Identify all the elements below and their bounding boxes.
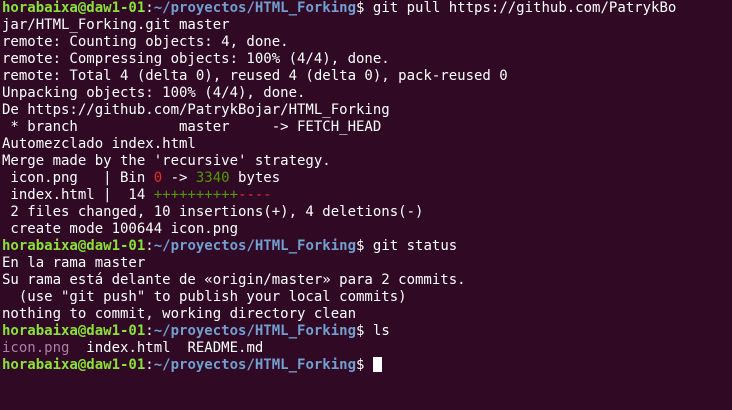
prompt-separator: : xyxy=(145,323,154,339)
diffstat-unit: bytes xyxy=(229,170,281,186)
command-text: ls xyxy=(372,323,390,339)
diffstat-arrow: -> xyxy=(162,170,196,186)
prompt-separator: : xyxy=(145,238,154,254)
diffstat-old-size: 0 xyxy=(153,170,163,186)
output-line: Su rama está delante de «origin/master» … xyxy=(2,272,466,288)
active-prompt-line[interactable]: horabaixa@daw1-01:~/proyectos/HTML_Forki… xyxy=(2,357,732,374)
ls-file: README.md xyxy=(187,340,264,356)
output-line: remote: Counting objects: 4, done. xyxy=(2,34,289,50)
diffstat-file: icon.png | Bin xyxy=(2,170,154,186)
output-line: En la rama master xyxy=(2,255,146,271)
ls-file: index.html xyxy=(86,340,171,356)
prompt-user-host: horabaixa@daw1-01 xyxy=(2,238,146,254)
diffstat-index-line: index.html | 14 ++++++++++---- xyxy=(2,187,732,204)
output-line: * branch master -> FETCH_HEAD xyxy=(2,119,382,135)
prompt-symbol: $ xyxy=(356,0,373,16)
prompt-symbol: $ xyxy=(356,357,373,373)
output-line: Unpacking objects: 100% (4/4), done. xyxy=(2,85,306,101)
output-line: Merge made by the 'recursive' strategy. xyxy=(2,153,331,169)
prompt-path: ~/proyectos/HTML_Forking xyxy=(153,0,357,16)
command-text: git status xyxy=(372,238,458,254)
ls-spacer xyxy=(171,340,188,356)
prompt-path: ~/proyectos/HTML_Forking xyxy=(153,357,357,373)
command-continuation: jar/HTML_Forking.git master xyxy=(2,17,230,33)
prompt-path: ~/proyectos/HTML_Forking xyxy=(153,238,357,254)
output-line: remote: Compressing objects: 100% (4/4),… xyxy=(2,51,390,67)
ls-output-line: icon.png index.html README.md xyxy=(2,340,732,357)
terminal-window[interactable]: horabaixa@daw1-01:~/proyectos/HTML_Forki… xyxy=(0,0,732,410)
prompt-user-host: horabaixa@daw1-01 xyxy=(2,0,146,16)
diffstat-file: index.html | 14 xyxy=(2,187,154,203)
diffstat-icon-line: icon.png | Bin 0 -> 3340 bytes xyxy=(2,170,732,187)
ls-spacer xyxy=(69,340,86,356)
prompt-symbol: $ xyxy=(356,323,373,339)
diffstat-deletions: ---- xyxy=(238,187,272,203)
prompt-line: horabaixa@daw1-01:~/proyectos/HTML_Forki… xyxy=(2,238,732,255)
prompt-separator: : xyxy=(145,0,154,16)
output-line: De https://github.com/PatrykBojar/HTML_F… xyxy=(2,102,390,118)
command-text: git pull https://github.com/PatrykBo xyxy=(372,0,677,16)
output-line: remote: Total 4 (delta 0), reused 4 (del… xyxy=(2,68,508,84)
prompt-user-host: horabaixa@daw1-01 xyxy=(2,323,146,339)
prompt-line: horabaixa@daw1-01:~/proyectos/HTML_Forki… xyxy=(2,323,732,340)
output-line: (use "git push" to publish your local co… xyxy=(2,289,407,305)
output-line: create mode 100644 icon.png xyxy=(2,221,239,237)
prompt-user-host: horabaixa@daw1-01 xyxy=(2,357,146,373)
diffstat-new-size: 3340 xyxy=(195,170,230,186)
prompt-separator: : xyxy=(145,357,154,373)
ls-file-image: icon.png xyxy=(2,340,70,356)
prompt-line: horabaixa@daw1-01:~/proyectos/HTML_Forki… xyxy=(2,0,732,17)
output-line: 2 files changed, 10 insertions(+), 4 del… xyxy=(2,204,424,220)
text-cursor[interactable] xyxy=(372,357,382,372)
diffstat-insertions: ++++++++++ xyxy=(153,187,239,203)
output-line: nothing to commit, working directory cle… xyxy=(2,306,357,322)
prompt-symbol: $ xyxy=(356,238,373,254)
output-line: Automezclado index.html xyxy=(2,136,196,152)
prompt-path: ~/proyectos/HTML_Forking xyxy=(153,323,357,339)
